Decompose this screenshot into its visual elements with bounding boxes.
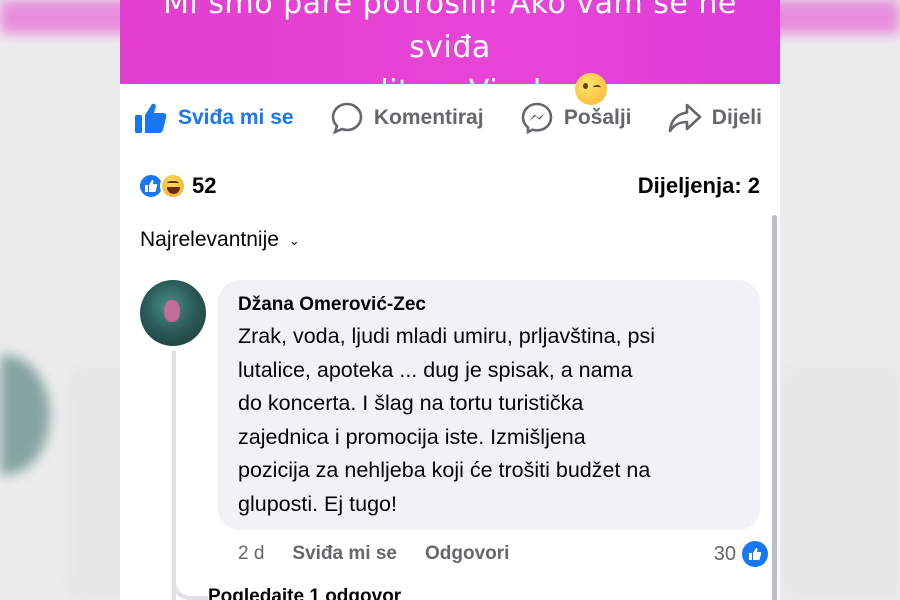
reaction-icons xyxy=(138,173,186,199)
comment-button-label: Komentiraj xyxy=(373,106,484,129)
like-button[interactable]: Sviđa mi se xyxy=(134,102,294,134)
post-stats: 52 Dijeljenja: 2 xyxy=(138,170,760,202)
comment-bubble: Džana Omerović-Zec Zrak, voda, ljudi mla… xyxy=(218,280,760,530)
reaction-count: 52 xyxy=(192,173,217,198)
background-bubble-right xyxy=(780,365,900,600)
comment-meta: 2 d Sviđa mi se Odgovori 30 xyxy=(238,540,768,568)
avatar[interactable] xyxy=(140,280,206,346)
comment-like-count[interactable]: 30 xyxy=(714,541,768,567)
background-avatar xyxy=(0,355,50,475)
like-button-label: Sviđa mi se xyxy=(178,106,294,129)
post-image-banner: Mi smo pare potrošili! Ako vam se ne svi… xyxy=(120,0,780,109)
send-button-label: Pošalji xyxy=(563,106,632,129)
post-panel: Mi smo pare potrošili! Ako vam se ne svi… xyxy=(120,0,780,600)
comment-reply-button[interactable]: Odgovori xyxy=(425,543,509,565)
post-action-bar: Sviđa mi se Komentiraj Pošalji Dijeli xyxy=(120,96,780,140)
comment-like-button[interactable]: Sviđa mi se xyxy=(292,543,397,565)
scrollbar[interactable] xyxy=(772,215,777,600)
comment-author[interactable]: Džana Omerović-Zec xyxy=(238,294,740,316)
shares-count[interactable]: Dijeljenja: 2 xyxy=(638,173,760,199)
reaction-summary[interactable]: 52 xyxy=(138,173,216,199)
haha-reaction-icon xyxy=(160,173,186,199)
comment-timestamp[interactable]: 2 d xyxy=(238,543,264,565)
comment-button[interactable]: Komentiraj xyxy=(330,101,484,135)
view-replies-link[interactable]: Pogledajte 1 odgovor xyxy=(208,586,401,600)
comment-sort-dropdown[interactable]: Najrelevantnije ⌄ xyxy=(140,228,300,252)
comment-bubble-icon xyxy=(331,102,363,135)
comment-like-count-value: 30 xyxy=(713,542,736,565)
share-button-label: Dijeli xyxy=(711,106,762,129)
banner-line-1: Mi smo pare potrošili! Ako vam se ne svi… xyxy=(163,0,737,65)
send-button[interactable]: Pošalji xyxy=(520,101,632,135)
messenger-icon xyxy=(521,102,553,135)
like-reaction-icon xyxy=(742,541,768,567)
thread-connector xyxy=(172,560,208,600)
share-arrow-icon xyxy=(668,103,702,133)
comment-text: Zrak, voda, ljudi mladi umiru, prljavšti… xyxy=(238,324,656,516)
sort-label: Najrelevantnije xyxy=(140,228,279,251)
chevron-down-icon: ⌄ xyxy=(288,233,300,248)
share-button[interactable]: Dijeli xyxy=(668,102,762,134)
thumbs-up-icon xyxy=(135,103,167,133)
